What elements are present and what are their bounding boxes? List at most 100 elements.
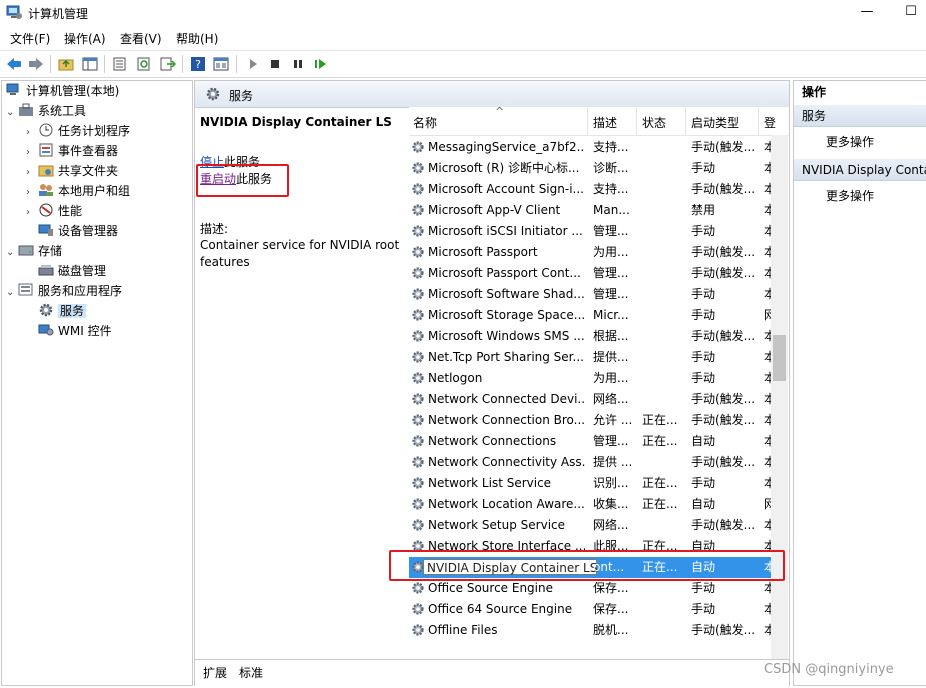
service-name-cell: Netlogon <box>428 371 483 385</box>
table-row[interactable]: Microsoft (R) 诊断中心标... 诊断... 手动 本 <box>409 158 771 179</box>
gear-icon <box>412 414 424 426</box>
chevron-right-icon[interactable]: › <box>26 163 38 183</box>
tree-item-shared-folders[interactable]: › 共享文件夹 <box>26 161 118 181</box>
tree-item-storage[interactable]: ⌄ 存储 <box>6 241 62 261</box>
table-row[interactable]: Microsoft Passport 为用... 手动(触发... 本 <box>409 242 771 263</box>
menu-view[interactable]: 查看(V) <box>120 30 162 47</box>
play-icon[interactable] <box>244 55 262 73</box>
table-row[interactable]: Microsoft Windows SMS ... 根据... 手动(触发... 本 <box>409 326 771 347</box>
column-header-description[interactable]: 描述 <box>593 114 617 131</box>
column-header-startup-type[interactable]: 启动类型 <box>691 114 739 131</box>
column-separator[interactable] <box>758 107 759 135</box>
column-separator[interactable] <box>685 107 686 135</box>
gear-icon <box>412 309 424 321</box>
table-row[interactable]: Network Connection Bro... 允许 ... 正在... 手动(触… <box>409 410 771 431</box>
tree-item-label: 磁盘管理 <box>58 264 107 278</box>
toolbar: ? <box>0 50 926 78</box>
table-row[interactable]: MessagingService_a7bf2... 支持... 手动(触发... 本 <box>409 137 771 158</box>
chevron-right-icon[interactable]: › <box>26 183 38 203</box>
table-row[interactable]: Network List Service 识别... 正在... 手动 本 <box>409 473 771 494</box>
up-folder-icon[interactable] <box>57 55 75 73</box>
minimize-button[interactable]: — <box>852 2 882 22</box>
tree-item-services-apps[interactable]: ⌄ 服务和应用程序 <box>6 281 122 301</box>
show-tree-icon[interactable] <box>81 55 99 73</box>
back-icon[interactable] <box>5 55 23 73</box>
tree-item-system-tools[interactable]: ⌄ 系统工具 <box>6 101 86 121</box>
tree-item-local-users[interactable]: › 本地用户和组 <box>26 181 130 201</box>
table-row[interactable]: Network Location Aware... 收集... 正在... 自动 网 <box>409 494 771 515</box>
tab-extended[interactable]: 扩展 <box>203 664 227 681</box>
service-startup-cell: 手动 <box>691 161 716 175</box>
chevron-down-icon[interactable]: ⌄ <box>6 103 18 123</box>
gear-icon <box>412 288 424 300</box>
table-row[interactable]: Microsoft Account Sign-i... 支持... 手动(触发...… <box>409 179 771 200</box>
chevron-right-icon[interactable]: › <box>26 143 38 163</box>
table-row[interactable]: Microsoft Software Shad... 管理... 手动 本 <box>409 284 771 305</box>
menu-action[interactable]: 操作(A) <box>64 30 106 47</box>
vertical-scroll-thumb[interactable] <box>773 335 786 381</box>
service-logon-cell: 本 <box>764 413 771 427</box>
table-row[interactable]: Net.Tcp Port Sharing Ser... 提供... 手动 本 <box>409 347 771 368</box>
table-row[interactable]: Office 64 Source Engine 保存... 手动 本 <box>409 599 771 620</box>
actions-section-selected-service[interactable]: NVIDIA Display Container LS <box>794 159 926 181</box>
tree-item-event-viewer[interactable]: › 事件查看器 <box>26 141 118 161</box>
chevron-right-icon[interactable]: › <box>26 203 38 223</box>
resume-icon[interactable] <box>312 55 330 73</box>
table-row[interactable]: Microsoft App-V Client Man... 禁用 本 <box>409 200 771 221</box>
service-name-cell: Microsoft Windows SMS ... <box>428 329 585 343</box>
chevron-right-icon[interactable]: › <box>26 123 38 143</box>
maximize-button[interactable]: ☐ <box>896 2 926 22</box>
column-header-logon[interactable]: 登 <box>764 114 776 131</box>
more-actions-services[interactable]: 更多操作 <box>826 133 874 150</box>
column-separator[interactable] <box>587 107 588 135</box>
menu-help[interactable]: 帮助(H) <box>176 30 218 47</box>
service-description-cell: 提供 ... <box>593 455 633 469</box>
service-status-cell: 正在... <box>642 413 678 427</box>
gear-icon <box>412 225 424 237</box>
tab-standard[interactable]: 标准 <box>239 664 263 681</box>
services-pane-header: 服务 <box>195 81 789 108</box>
vertical-scrollbar[interactable] <box>771 135 788 667</box>
table-row[interactable]: Microsoft Storage Space... Micr... 手动 网 <box>409 305 771 326</box>
toolbar-separator <box>104 55 105 73</box>
table-row[interactable]: Network Setup Service 网络... 手动(触发... 本 <box>409 515 771 536</box>
tree-item-wmi[interactable]: WMI 控件 <box>26 321 112 341</box>
table-row[interactable]: Network Connected Devi... 网络... 手动(触发... 本 <box>409 389 771 410</box>
console-icon[interactable] <box>212 55 230 73</box>
table-row[interactable]: Microsoft iSCSI Initiator ... 管理... 手动 本 <box>409 221 771 242</box>
gear-icon <box>412 477 424 489</box>
stop-icon[interactable] <box>266 55 284 73</box>
service-description-cell: 为用... <box>593 245 629 259</box>
tree-root[interactable]: 计算机管理(本地) <box>6 81 119 101</box>
chevron-down-icon[interactable]: ⌄ <box>6 283 18 303</box>
table-row[interactable]: Network Connections 管理... 正在... 自动 本 <box>409 431 771 452</box>
actions-section-services[interactable]: 服务 <box>794 105 926 127</box>
service-startup-cell: 手动(触发... <box>691 623 756 637</box>
menu-file[interactable]: 文件(F) <box>10 30 50 47</box>
more-actions-selected-service[interactable]: 更多操作 <box>826 187 874 204</box>
table-row[interactable]: Office Source Engine 保存... 手动 本 <box>409 578 771 599</box>
tree-item-device-manager[interactable]: 设备管理器 <box>26 221 118 241</box>
table-row[interactable]: Offline Files 脱机... 手动(触发... 本 <box>409 620 771 641</box>
forward-icon[interactable] <box>27 55 45 73</box>
help-icon[interactable]: ? <box>189 55 207 73</box>
table-row[interactable]: Microsoft Passport Cont... 管理... 手动(触发... 本 <box>409 263 771 284</box>
column-header-name[interactable]: 名称 <box>413 114 437 131</box>
service-logon-cell: 本 <box>764 518 771 532</box>
service-description-cell: 允许 ... <box>593 413 633 427</box>
refresh-icon[interactable] <box>135 55 153 73</box>
chevron-down-icon[interactable]: ⌄ <box>6 243 18 263</box>
export-icon[interactable] <box>159 55 177 73</box>
service-startup-cell: 禁用 <box>691 203 716 217</box>
properties-icon[interactable] <box>111 55 129 73</box>
pause-icon[interactable] <box>289 55 307 73</box>
table-row[interactable]: Netlogon 为用... 手动 本 <box>409 368 771 389</box>
service-name-cell: MessagingService_a7bf2... <box>428 140 585 154</box>
tree-item-disk-management[interactable]: 磁盘管理 <box>26 261 106 281</box>
tree-item-services[interactable]: 服务 <box>26 301 87 321</box>
tree-item-task-scheduler[interactable]: › 任务计划程序 <box>26 121 130 141</box>
column-header-status[interactable]: 状态 <box>642 114 666 131</box>
table-row[interactable]: Network Connectivity Ass... 提供 ... 手动(触发..… <box>409 452 771 473</box>
tree-item-performance[interactable]: › 性能 <box>26 201 82 221</box>
column-separator[interactable] <box>636 107 637 135</box>
